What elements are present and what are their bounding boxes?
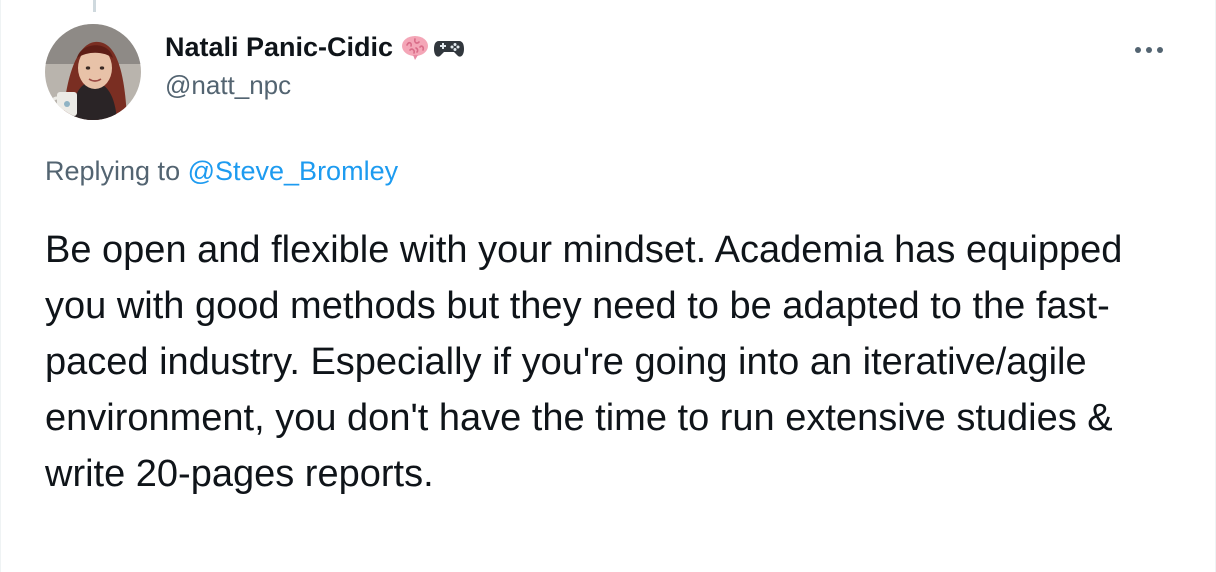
name-row: Natali Panic-Cidic — [165, 30, 465, 64]
replying-to-line: Replying to @Steve_Bromley — [45, 156, 398, 187]
display-name[interactable]: Natali Panic-Cidic — [165, 32, 393, 63]
replying-to-link[interactable]: @Steve_Bromley — [188, 156, 399, 186]
avatar[interactable] — [45, 24, 141, 120]
game-controller-emoji-icon — [433, 31, 465, 63]
username-handle[interactable]: @natt_npc — [165, 70, 465, 101]
replying-to-label: Replying to — [45, 156, 188, 186]
tweet-text: Be open and flexible with your mindset. … — [45, 229, 1133, 495]
more-options-button[interactable] — [1127, 28, 1171, 72]
profile-photo-icon — [45, 24, 141, 120]
thread-connector-line — [93, 0, 96, 12]
brain-emoji-icon — [399, 31, 431, 63]
more-horizontal-icon — [1135, 47, 1163, 53]
tweet-card[interactable]: Natali Panic-Cidic @natt_npc Replying to… — [0, 0, 1216, 572]
tweet-header: Natali Panic-Cidic @natt_npc — [165, 30, 465, 101]
